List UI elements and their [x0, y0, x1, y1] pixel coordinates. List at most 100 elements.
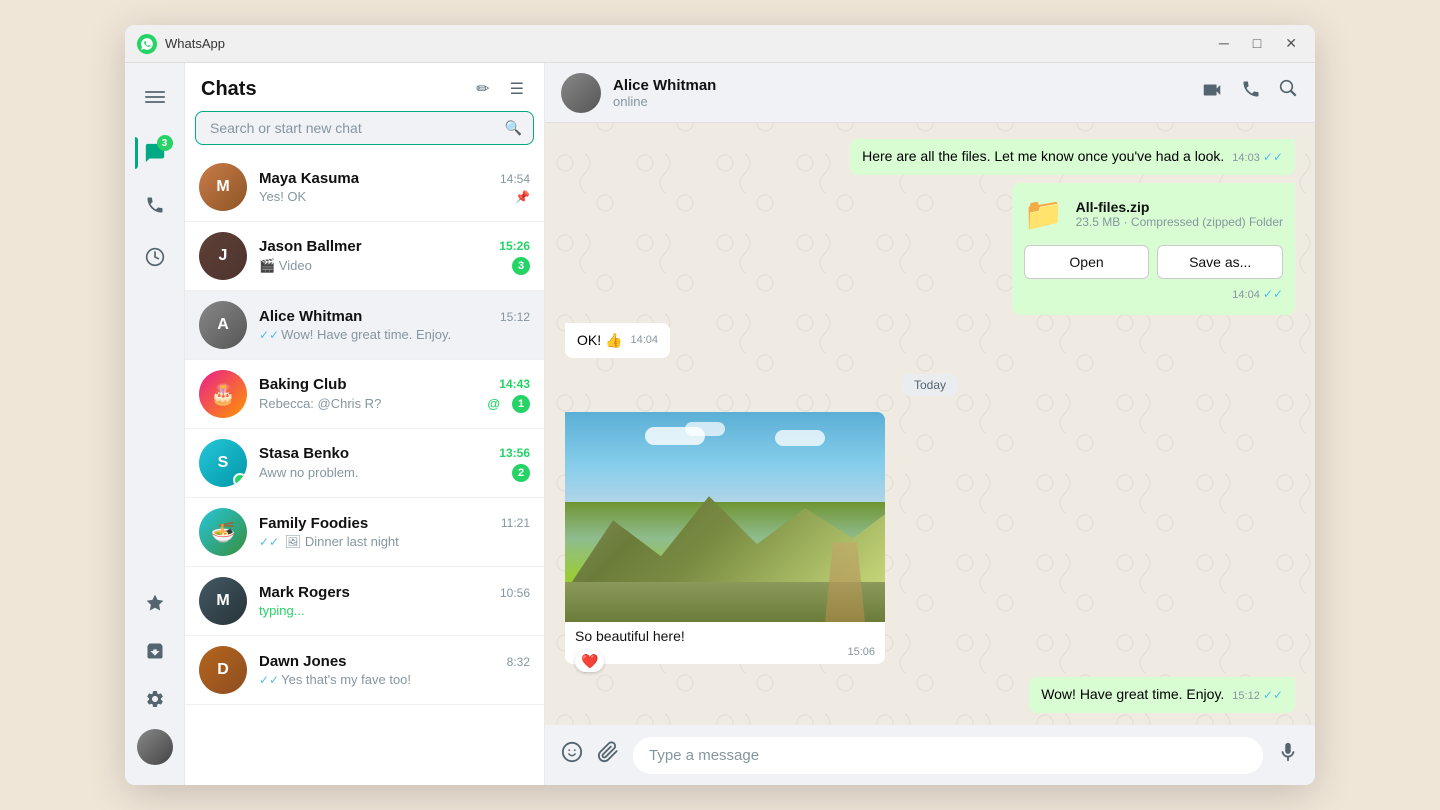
- chat-time-family: 11:21: [501, 516, 530, 530]
- chat-item-mark[interactable]: M Mark Rogers 10:56 typing...: [185, 567, 544, 636]
- close-button[interactable]: ✕: [1279, 33, 1303, 54]
- chat-name-stasa: Stasa Benko: [259, 445, 349, 462]
- chat-time-baking: 14:43: [499, 377, 530, 391]
- file-time: 14:04 ✓✓: [1232, 287, 1283, 301]
- chat-item-dawn[interactable]: D Dawn Jones 8:32 ✓✓Yes that's my fave t…: [185, 636, 544, 705]
- photo-caption: So beautiful here!: [565, 622, 885, 646]
- file-icon: 📁: [1024, 195, 1064, 233]
- photo-time: 15:06: [565, 646, 885, 664]
- chat-header-info: Alice Whitman online: [613, 77, 1201, 109]
- chat-header: Alice Whitman online: [545, 63, 1315, 123]
- user-avatar-nav[interactable]: [135, 727, 175, 767]
- minimize-button[interactable]: ─: [1213, 33, 1235, 54]
- nav-settings-icon[interactable]: [135, 679, 175, 719]
- chat-preview-baking: Rebecca: @Chris R?: [259, 396, 487, 411]
- cloud-3: [775, 430, 825, 446]
- msg-bubble-out-1: Here are all the files. Let me know once…: [850, 139, 1295, 175]
- nav-sidebar: 3: [125, 63, 185, 785]
- avatar-stasa: S: [199, 439, 247, 487]
- chat-item-baking[interactable]: 🎂 Baking Club 14:43 Rebecca: @Chris R? @…: [185, 360, 544, 429]
- msg-in-photo: So beautiful here! 15:06 ❤️: [565, 412, 885, 669]
- attach-button[interactable]: [597, 741, 619, 769]
- avatar-maya: M: [199, 163, 247, 211]
- chat-name-alice: Alice Whitman: [259, 308, 362, 325]
- chat-item-alice[interactable]: A Alice Whitman 15:12 ✓✓Wow! Have great …: [185, 291, 544, 360]
- chat-preview-maya: Yes! OK: [259, 189, 515, 204]
- emoji-button[interactable]: [561, 741, 583, 769]
- msg-time-out-2: 15:12 ✓✓: [1232, 687, 1283, 704]
- chat-time-dawn: 8:32: [507, 655, 530, 669]
- nav-archive-icon[interactable]: [135, 631, 175, 671]
- chat-name-mark: Mark Rogers: [259, 584, 350, 601]
- chat-time-stasa: 13:56: [499, 446, 530, 460]
- menu-icon[interactable]: [135, 77, 175, 117]
- nav-status-icon[interactable]: [135, 237, 175, 277]
- input-bar: [545, 725, 1315, 785]
- file-top: 📁 All-files.zip 23.5 MB · Compressed (zi…: [1024, 195, 1283, 233]
- unread-badge-baking: 1: [512, 395, 530, 413]
- file-save-button[interactable]: Save as...: [1157, 245, 1283, 279]
- chat-list-actions: ✏ ☰: [472, 75, 528, 103]
- new-chat-button[interactable]: ✏: [472, 75, 493, 103]
- app-logo: [137, 34, 157, 54]
- file-meta: 23.5 MB · Compressed (zipped) Folder: [1076, 215, 1283, 229]
- search-chat-button[interactable]: [1279, 79, 1299, 106]
- chat-name-dawn: Dawn Jones: [259, 653, 347, 670]
- chat-item-jason[interactable]: J Jason Ballmer 15:26 🎬 Video 3: [185, 222, 544, 291]
- file-details: All-files.zip 23.5 MB · Compressed (zipp…: [1076, 199, 1283, 229]
- msg-in-ok: OK! 👍 14:04: [565, 323, 670, 359]
- search-bar: 🔍: [195, 111, 534, 145]
- avatar-mark: M: [199, 577, 247, 625]
- photo-bubble: So beautiful here! 15:06: [565, 412, 885, 664]
- voice-message-button[interactable]: [1277, 741, 1299, 769]
- file-name: All-files.zip: [1076, 199, 1283, 215]
- msg-bubble-out-2: Wow! Have great time. Enjoy. 15:12 ✓✓: [1029, 677, 1295, 713]
- search-icon: 🔍: [505, 120, 522, 137]
- chat-preview-mark: typing...: [259, 603, 530, 618]
- chat-time-maya: 14:54: [500, 172, 530, 186]
- chats-badge: 3: [157, 135, 173, 151]
- pin-icon-maya: 📌: [515, 190, 530, 204]
- msg-text-in-ok: OK! 👍: [577, 332, 622, 348]
- photo-reaction: ❤️: [575, 651, 604, 672]
- video-call-button[interactable]: [1201, 79, 1223, 106]
- file-open-button[interactable]: Open: [1024, 245, 1150, 279]
- chat-item-maya[interactable]: M Maya Kasuma 14:54 Yes! OK 📌: [185, 153, 544, 222]
- avatar-jason: J: [199, 232, 247, 280]
- msg-time-out-1: 14:03 ✓✓: [1232, 149, 1283, 166]
- msg-bubble-in-ok: OK! 👍 14:04: [565, 323, 670, 359]
- chat-header-avatar: [561, 73, 601, 113]
- nav-calls-icon[interactable]: [135, 185, 175, 225]
- app-window: WhatsApp ─ □ ✕ 3: [125, 25, 1315, 785]
- nav-chats-icon[interactable]: 3: [135, 133, 175, 173]
- chat-name-baking: Baking Club: [259, 376, 347, 393]
- maximize-button[interactable]: □: [1247, 33, 1267, 54]
- chat-header-actions: [1201, 79, 1299, 106]
- chat-list-panel: Chats ✏ ☰ 🔍 M Maya Kasum: [185, 63, 545, 785]
- msg-out-2: Wow! Have great time. Enjoy. 15:12 ✓✓: [1029, 677, 1295, 713]
- chat-info-maya: Maya Kasuma 14:54 Yes! OK 📌: [259, 170, 530, 204]
- message-input[interactable]: [633, 737, 1263, 774]
- nav-starred-icon[interactable]: [135, 583, 175, 623]
- filter-button[interactable]: ☰: [506, 75, 528, 103]
- chat-item-stasa[interactable]: S Stasa Benko 13:56 Aww no problem. 2: [185, 429, 544, 498]
- chat-preview-dawn: ✓✓Yes that's my fave too!: [259, 672, 530, 687]
- chat-time-jason: 15:26: [499, 239, 530, 253]
- chat-item-family[interactable]: 🍜 Family Foodies 11:21 ✓✓ 🖼 Dinner last …: [185, 498, 544, 567]
- search-input[interactable]: [195, 111, 534, 145]
- chat-info-jason: Jason Ballmer 15:26 🎬 Video 3: [259, 238, 530, 275]
- msg-time-in-ok: 14:04: [630, 333, 658, 348]
- messages-area: Here are all the files. Let me know once…: [545, 123, 1315, 725]
- unread-badge-jason: 3: [512, 257, 530, 275]
- day-divider: Today: [902, 374, 958, 396]
- chat-header-status: online: [613, 94, 1201, 109]
- nav-bottom: [135, 583, 175, 771]
- chat-name-jason: Jason Ballmer: [259, 238, 362, 255]
- cloud-2: [685, 422, 725, 436]
- app-body: 3: [125, 63, 1315, 785]
- chat-preview-alice: ✓✓Wow! Have great time. Enjoy.: [259, 327, 530, 342]
- chat-info-alice: Alice Whitman 15:12 ✓✓Wow! Have great ti…: [259, 308, 530, 342]
- voice-call-button[interactable]: [1241, 79, 1261, 106]
- chat-preview-stasa: Aww no problem.: [259, 465, 504, 480]
- unread-badge-stasa: 2: [512, 464, 530, 482]
